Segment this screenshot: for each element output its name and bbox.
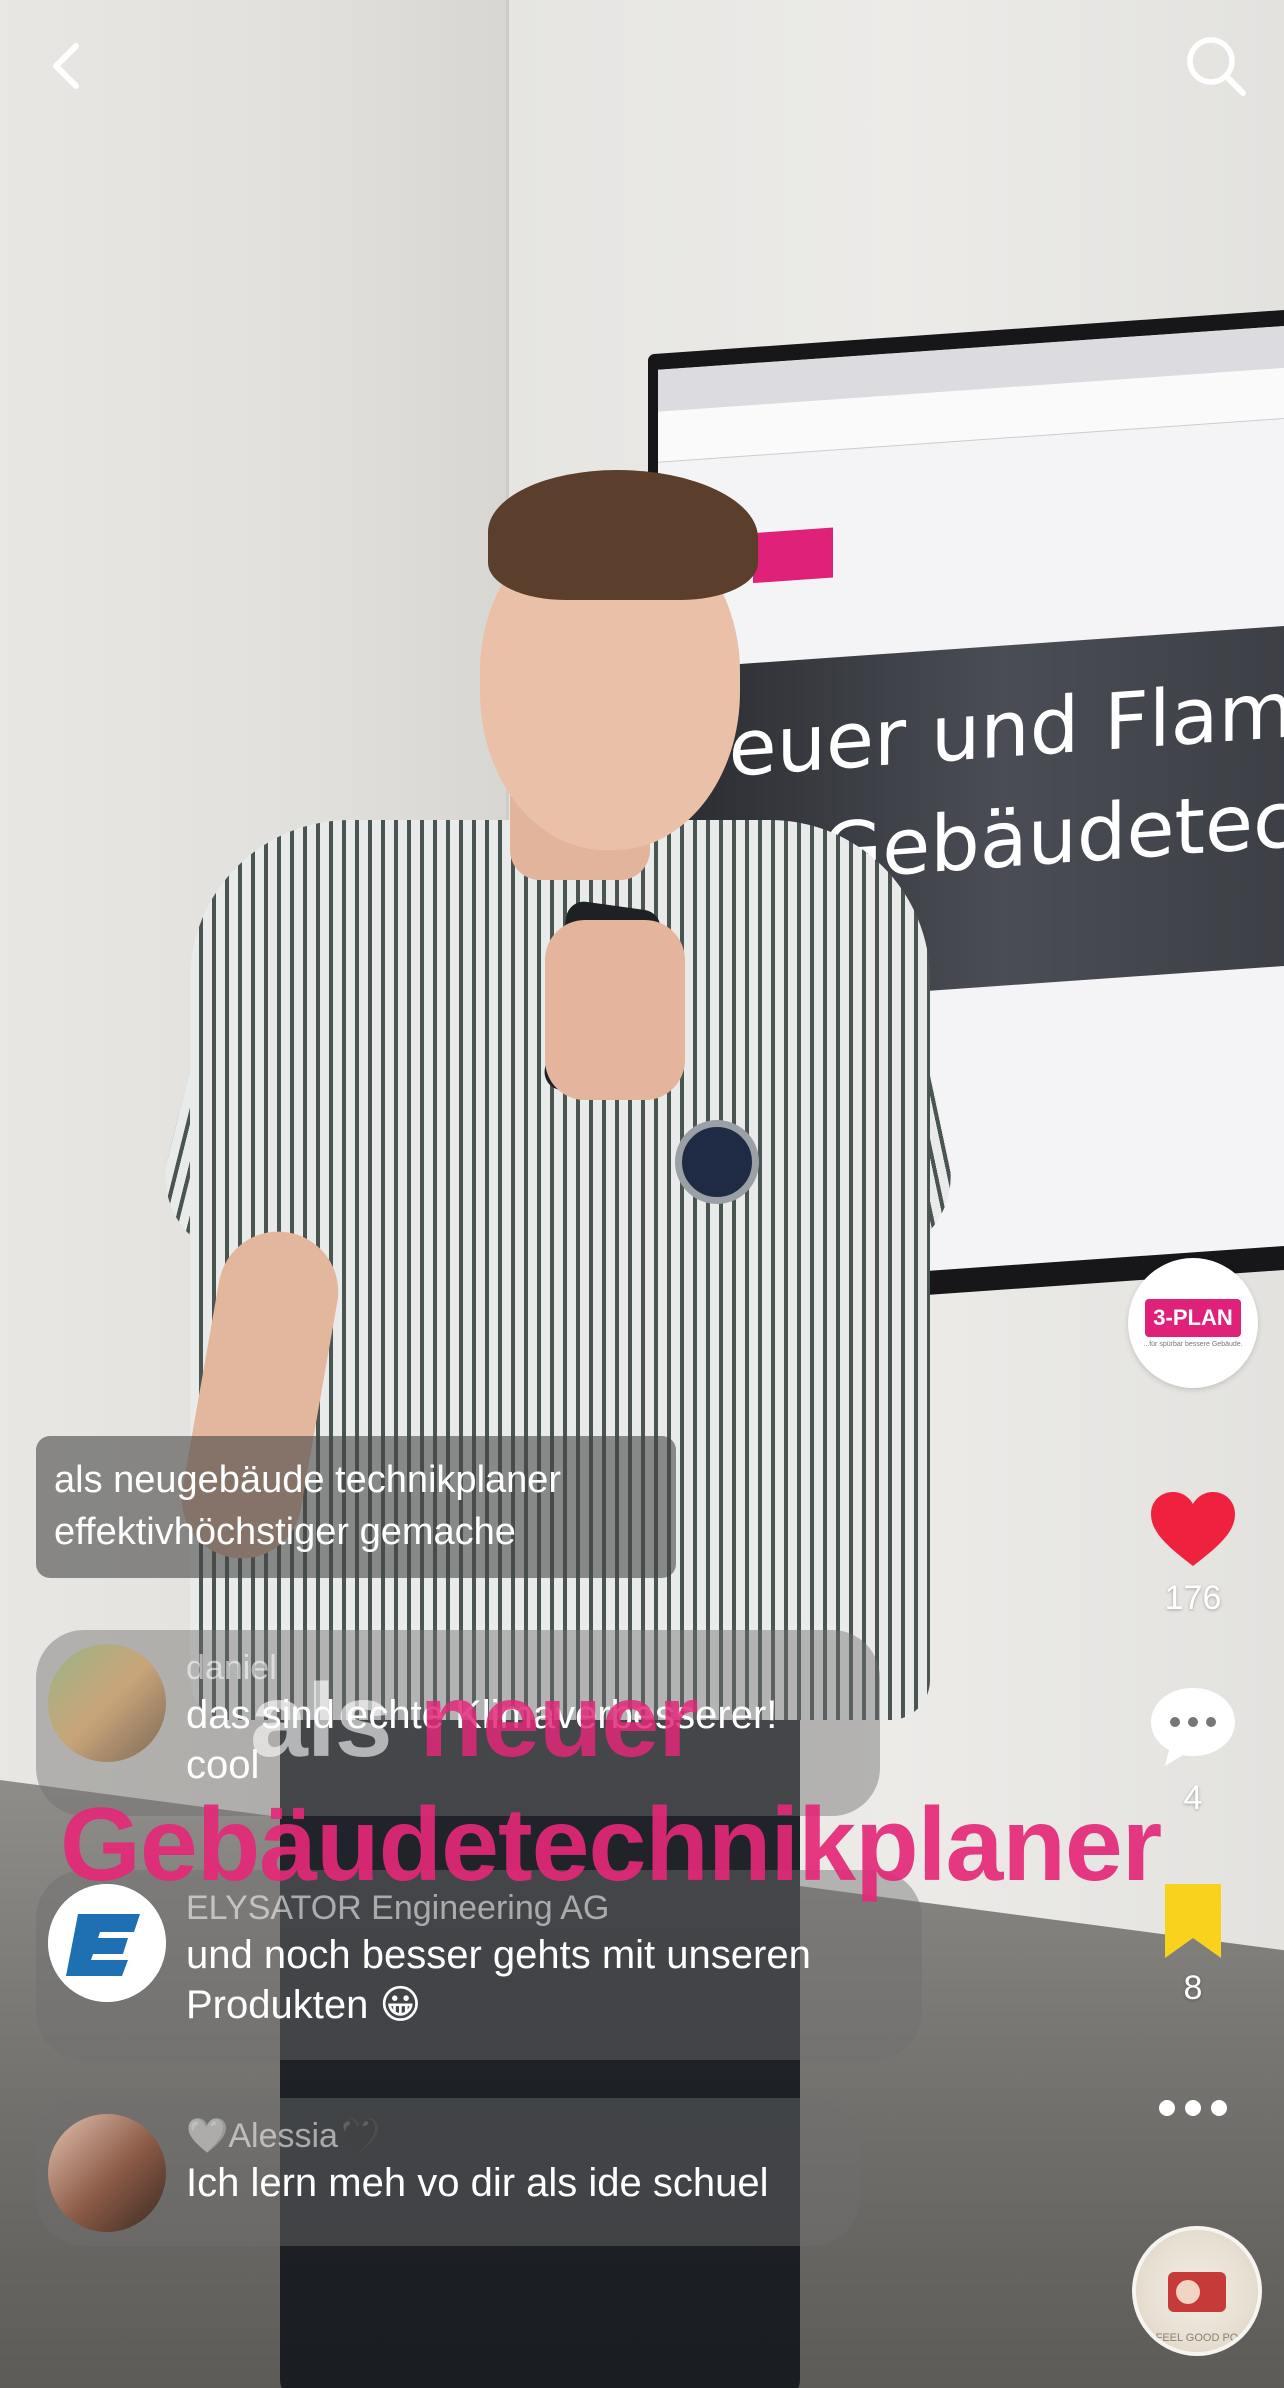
search-icon bbox=[1187, 37, 1246, 96]
video-caption[interactable]: als neugebäude technikplaner effektivhöc… bbox=[36, 1436, 676, 1578]
comment-text: Produkten 😀 bbox=[186, 1983, 422, 2027]
search-button[interactable] bbox=[1178, 28, 1254, 104]
comment-icon bbox=[1151, 1688, 1235, 1766]
back-button[interactable] bbox=[30, 28, 106, 104]
save-button[interactable]: 8 bbox=[1128, 1882, 1258, 2008]
comment-author: 🤍Alessia🖤 bbox=[186, 2117, 381, 2155]
like-button[interactable]: 176 bbox=[1128, 1490, 1258, 1618]
music-label: FEEL GOOD PO bbox=[1155, 2332, 1239, 2344]
video-text-overlay: Gebäudetechnikplaner bbox=[60, 1787, 1162, 1903]
save-count: 8 bbox=[1183, 1969, 1203, 2007]
video-text-overlay: als neuer bbox=[0, 1662, 1284, 1781]
caption-line: als neugebäude technikplaner bbox=[54, 1459, 562, 1501]
music-disc[interactable]: FEEL GOOD PO bbox=[1132, 2226, 1262, 2356]
more-horizontal-icon bbox=[1159, 2100, 1227, 2116]
comment-bubble[interactable]: 🤍Alessia🖤 Ich lern meh vo dir als ide sc… bbox=[36, 2098, 860, 2246]
comment-button[interactable]: 4 bbox=[1128, 1684, 1258, 1818]
radio-icon bbox=[1168, 2272, 1226, 2312]
comment-count: 4 bbox=[1183, 1779, 1203, 1817]
profile-tagline: ...für spürbar bessere Gebäude. bbox=[1143, 1340, 1243, 1348]
more-options-button[interactable] bbox=[1128, 2096, 1258, 2125]
caption-line: effektivhöchstiger gemache bbox=[54, 1511, 516, 1553]
profile-badge: 3-PLAN bbox=[1145, 1298, 1241, 1337]
comment-text: Ich lern meh vo dir als ide schuel bbox=[186, 2161, 769, 2205]
avatar[interactable] bbox=[48, 2114, 166, 2232]
chevron-left-icon bbox=[53, 43, 79, 89]
creator-avatar[interactable]: 3-PLAN ...für spürbar bessere Gebäude. bbox=[1128, 1258, 1258, 1388]
bookmark-icon bbox=[1165, 1884, 1221, 1958]
overlay-word: neuer bbox=[419, 1663, 698, 1779]
comment-text: und noch besser gehts mit unseren bbox=[186, 1933, 811, 1977]
overlay-word: als bbox=[250, 1663, 393, 1779]
heart-icon bbox=[1151, 1492, 1235, 1566]
like-count: 176 bbox=[1164, 1579, 1222, 1617]
ui-overlay: als neugebäude technikplaner effektivhöc… bbox=[0, 0, 1284, 2388]
